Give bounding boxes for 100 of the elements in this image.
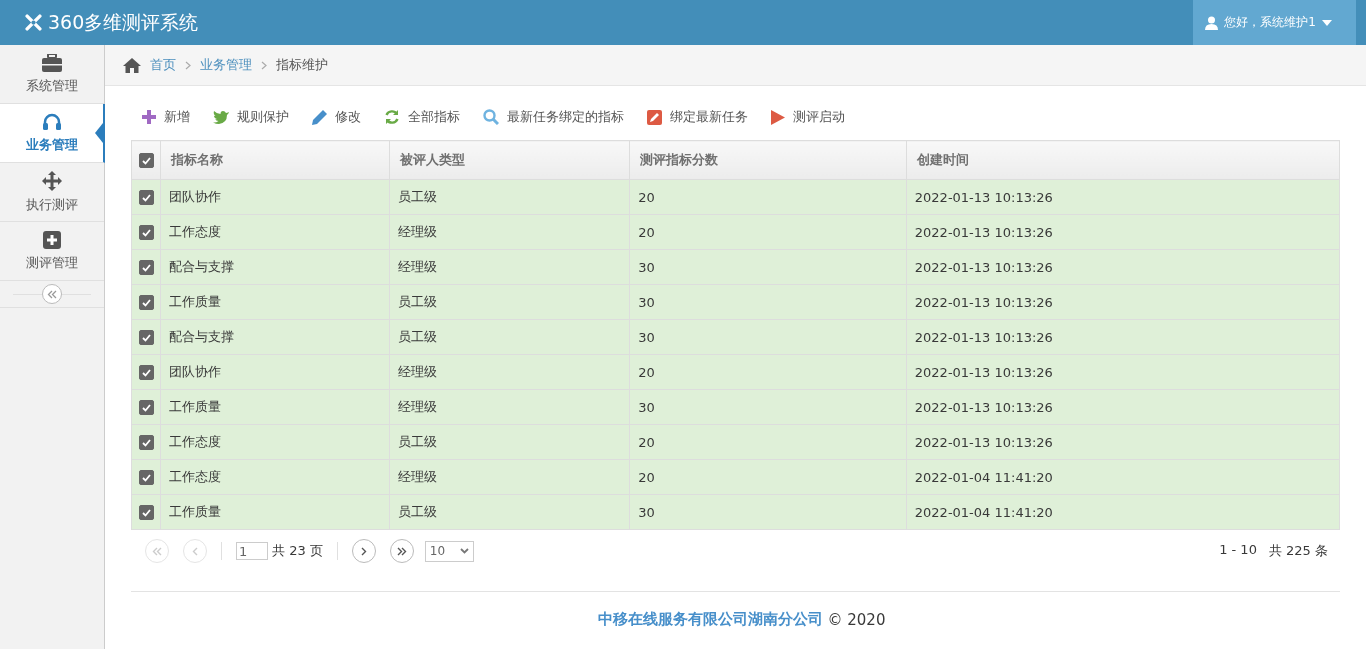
row-checkbox[interactable] xyxy=(138,330,154,345)
page-count: 共 23 页 xyxy=(272,542,323,560)
row-checkbox[interactable] xyxy=(138,260,154,275)
table-cell: 配合与支撑 xyxy=(160,319,390,355)
home-icon xyxy=(123,57,141,73)
table-cell: 工作质量 xyxy=(160,284,390,320)
record-range: 1 - 10 xyxy=(1219,542,1257,559)
row-checkbox[interactable] xyxy=(138,400,154,415)
table-cell: 经理级 xyxy=(389,354,630,390)
table-cell: 工作态度 xyxy=(160,214,390,250)
table-cell: 员工级 xyxy=(389,494,630,530)
search-icon xyxy=(483,109,499,125)
sidebar-item[interactable]: 业务管理 xyxy=(0,104,105,163)
toolbar-button[interactable]: 新增 xyxy=(142,108,190,126)
record-total: 共 225 条 xyxy=(1268,542,1328,560)
caret-icon xyxy=(1322,19,1332,26)
table-cell: 员工级 xyxy=(389,284,630,320)
table-cell: 2022-01-04 11:41:20 xyxy=(906,459,1340,495)
table-cell: 2022-01-13 10:13:26 xyxy=(906,179,1340,215)
table-cell: 工作质量 xyxy=(160,389,390,425)
bird-icon xyxy=(213,110,229,124)
checkmark-icon xyxy=(141,156,151,165)
page-size-select[interactable]: 10 xyxy=(424,540,474,562)
table-cell: 2022-01-13 10:13:26 xyxy=(906,389,1340,425)
table-cell: 30 xyxy=(629,284,907,320)
row-checkbox[interactable] xyxy=(138,190,154,205)
plus-square-icon xyxy=(43,230,61,249)
table-cell: 30 xyxy=(629,319,907,355)
sidebar-item[interactable]: 执行测评 xyxy=(0,163,104,222)
table-cell: 团队协作 xyxy=(160,179,390,215)
table-cell: 30 xyxy=(629,494,907,530)
checkmark-icon xyxy=(141,368,151,377)
toolbar-button[interactable]: 全部指标 xyxy=(384,108,460,126)
chevron-left-icon xyxy=(192,546,198,556)
table-cell: 员工级 xyxy=(389,319,630,355)
row-checkbox[interactable] xyxy=(138,505,154,520)
row-checkbox[interactable] xyxy=(138,470,154,485)
collapse-button[interactable] xyxy=(42,284,62,304)
toolbar-button[interactable]: 修改 xyxy=(312,108,361,126)
table-cell: 员工级 xyxy=(389,179,630,215)
table-cell: 2022-01-13 10:13:26 xyxy=(906,214,1340,250)
checkmark-icon xyxy=(141,473,151,482)
row-checkbox[interactable] xyxy=(138,435,154,450)
row-checkbox[interactable] xyxy=(138,365,154,380)
chevron-right-icon xyxy=(185,60,191,70)
checkmark-icon xyxy=(141,333,151,342)
table-cell: 工作态度 xyxy=(160,424,390,460)
plus-icon xyxy=(142,110,156,124)
column-header[interactable]: 被评人类型 xyxy=(389,140,630,180)
row-checkbox[interactable] xyxy=(138,225,154,240)
checkmark-icon xyxy=(141,263,151,272)
breadcrumb-link[interactable]: 指标维护 xyxy=(276,56,328,74)
table-cell: 20 xyxy=(629,459,907,495)
table-cell: 20 xyxy=(629,424,907,460)
toolbar-button[interactable]: 测评启动 xyxy=(771,108,845,126)
table-cell: 2022-01-13 10:13:26 xyxy=(906,354,1340,390)
logo-icon xyxy=(25,14,42,31)
table-cell: 30 xyxy=(629,389,907,425)
double-chevron-right-icon xyxy=(396,546,407,556)
table-cell: 工作态度 xyxy=(160,459,390,495)
toolbar-button[interactable]: 最新任务绑定的指标 xyxy=(483,108,624,126)
page-number-field[interactable]: 1 xyxy=(236,542,268,560)
table-cell: 团队协作 xyxy=(160,354,390,390)
caret-icon xyxy=(459,548,469,554)
table-cell: 2022-01-13 10:13:26 xyxy=(906,284,1340,320)
last-page-button[interactable] xyxy=(389,539,414,563)
edit-icon xyxy=(647,109,662,125)
company-link[interactable]: 中移在线服务有限公司湖南分公司 xyxy=(597,610,823,629)
checkmark-icon xyxy=(141,508,151,517)
table-cell: 经理级 xyxy=(389,214,630,250)
table-cell: 员工级 xyxy=(389,424,630,460)
column-header[interactable]: 指标名称 xyxy=(160,140,390,180)
toolbar-button[interactable]: 绑定最新任务 xyxy=(647,108,748,126)
column-header[interactable]: 创建时间 xyxy=(906,140,1340,180)
table-cell: 配合与支撑 xyxy=(160,249,390,285)
table-cell: 2022-01-13 10:13:26 xyxy=(906,424,1340,460)
table-cell: 30 xyxy=(629,249,907,285)
table-cell: 20 xyxy=(629,179,907,215)
table-cell: 2022-01-13 10:13:26 xyxy=(906,319,1340,355)
select-all-checkbox[interactable] xyxy=(138,153,154,168)
table-cell: 经理级 xyxy=(389,389,630,425)
table-cell: 2022-01-13 10:13:26 xyxy=(906,249,1340,285)
checkmark-icon xyxy=(141,438,151,447)
breadcrumb-link[interactable]: 首页 xyxy=(150,56,176,74)
checkmark-icon xyxy=(141,228,151,237)
pencil-icon xyxy=(312,109,327,125)
play-icon xyxy=(771,109,785,125)
table-cell: 经理级 xyxy=(389,459,630,495)
checkmark-icon xyxy=(141,193,151,202)
user-icon xyxy=(1205,15,1219,30)
chevron-right-icon xyxy=(261,60,267,70)
row-checkbox[interactable] xyxy=(138,295,154,310)
table-cell: 20 xyxy=(629,354,907,390)
checkmark-icon xyxy=(141,298,151,307)
column-header[interactable]: 测评指标分数 xyxy=(629,140,907,180)
refresh-icon xyxy=(384,109,400,125)
toolbar-button[interactable]: 规则保护 xyxy=(213,108,289,126)
table-cell: 工作质量 xyxy=(160,494,390,530)
chevron-right-icon xyxy=(360,546,367,556)
double-chevron-left-icon xyxy=(47,289,57,299)
